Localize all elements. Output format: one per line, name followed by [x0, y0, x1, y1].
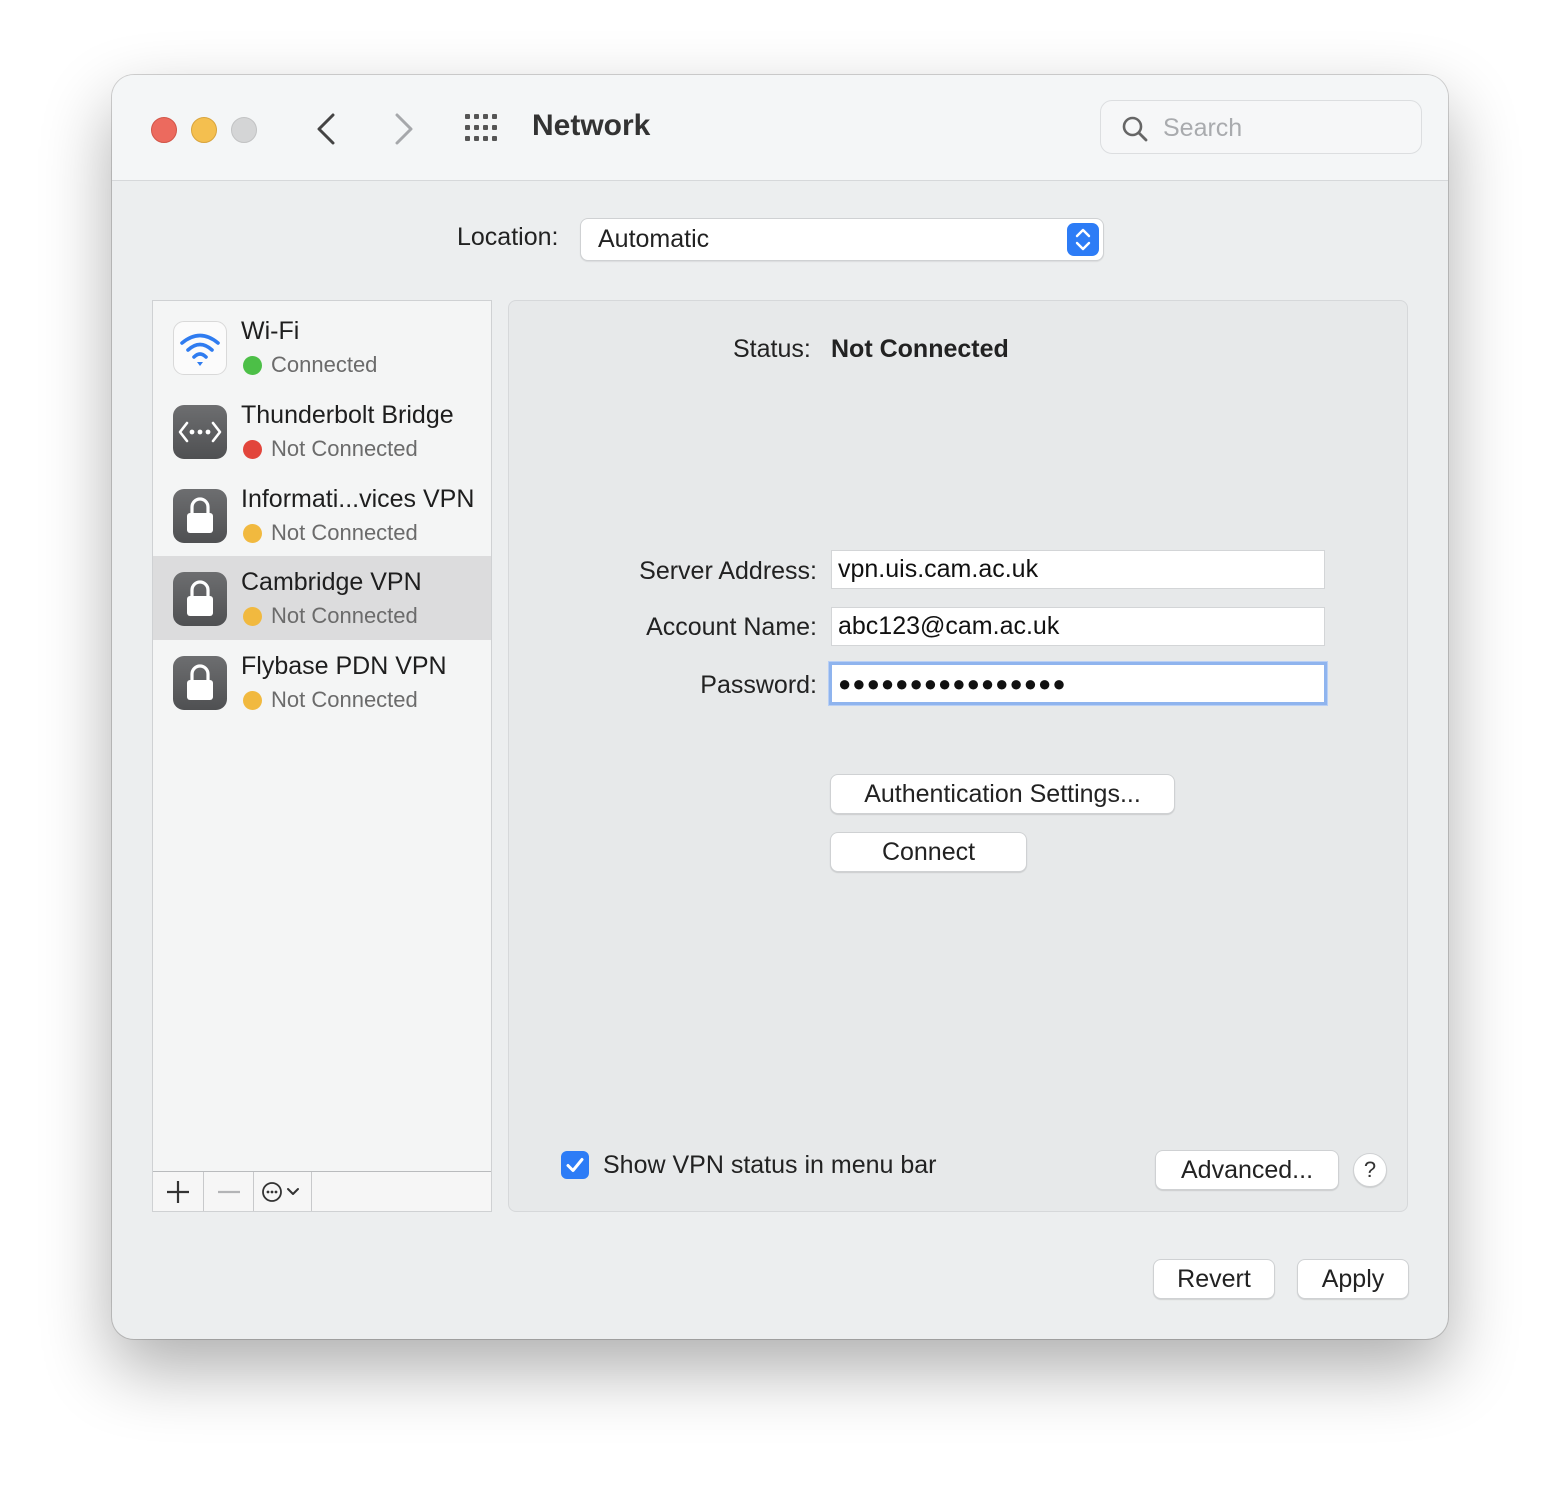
service-item-cambridge-vpn[interactable]: Cambridge VPN Not Connected	[153, 556, 491, 640]
chevron-left-icon	[317, 113, 335, 145]
service-actions-button[interactable]	[254, 1172, 312, 1211]
search-icon	[1122, 116, 1148, 142]
show-vpn-status-label: Show VPN status in menu bar	[603, 1151, 937, 1179]
service-status: Not Connected	[271, 436, 418, 461]
forward-button[interactable]	[380, 107, 424, 151]
plus-icon	[167, 1181, 189, 1203]
apply-button[interactable]: Apply	[1297, 1259, 1409, 1299]
service-list-toolbar	[153, 1171, 491, 1211]
service-item-flybase-pdn-vpn[interactable]: Flybase PDN VPN Not Connected	[153, 640, 491, 724]
service-item-information-services-vpn[interactable]: Informati...vices VPN Not Connected	[153, 473, 491, 557]
server-address-label: Server Address:	[639, 557, 817, 585]
status-value: Not Connected	[831, 335, 1009, 363]
connect-button[interactable]: Connect	[830, 832, 1027, 872]
zoom-window-button[interactable]	[231, 117, 257, 143]
status-label: Status:	[733, 335, 811, 363]
advanced-button[interactable]: Advanced...	[1155, 1150, 1339, 1190]
service-name: Wi-Fi	[241, 317, 300, 345]
search-field[interactable]	[1100, 100, 1422, 154]
status-dot	[243, 607, 262, 626]
service-list: Wi-Fi Connected Thunderbolt Bridge Not C…	[152, 300, 492, 1212]
back-button[interactable]	[306, 107, 350, 151]
chevron-updown-icon	[1075, 228, 1091, 251]
close-window-button[interactable]	[151, 117, 177, 143]
lock-icon	[173, 656, 227, 710]
account-name-label: Account Name:	[646, 613, 817, 641]
network-preferences-window: Network Location: Automatic	[112, 75, 1448, 1339]
remove-service-button[interactable]	[204, 1172, 254, 1211]
password-field[interactable]	[829, 662, 1327, 705]
show-all-button[interactable]	[464, 113, 504, 143]
service-status: Not Connected	[271, 687, 418, 712]
service-status: Connected	[271, 352, 378, 377]
minus-icon	[218, 1190, 240, 1194]
grid-icon	[465, 114, 497, 141]
checkmark-icon	[566, 1158, 584, 1172]
service-name: Flybase PDN VPN	[241, 652, 447, 680]
ellipsis-circle-icon	[262, 1182, 299, 1202]
service-item-thunderbolt-bridge[interactable]: Thunderbolt Bridge Not Connected	[153, 389, 491, 473]
status-dot	[243, 356, 262, 375]
service-name: Informati...vices VPN	[241, 485, 475, 513]
password-label: Password:	[700, 671, 817, 699]
minimize-window-button[interactable]	[191, 117, 217, 143]
account-name-field[interactable]	[831, 607, 1325, 646]
search-input[interactable]	[1161, 111, 1405, 145]
lock-icon	[173, 489, 227, 543]
location-value: Automatic	[598, 225, 710, 253]
wifi-icon	[173, 321, 227, 375]
location-label: Location:	[457, 223, 559, 251]
vpn-detail-panel: Status: Not Connected Server Address: Ac…	[508, 300, 1408, 1212]
help-button[interactable]: ?	[1353, 1153, 1387, 1187]
service-name: Cambridge VPN	[241, 568, 422, 596]
title-bar: Network	[112, 75, 1448, 181]
thunderbolt-bridge-icon	[173, 405, 227, 459]
status-dot	[243, 524, 262, 543]
add-service-button[interactable]	[153, 1172, 204, 1211]
popup-stepper	[1067, 223, 1099, 256]
revert-button[interactable]: Revert	[1153, 1259, 1275, 1299]
server-address-field[interactable]	[831, 550, 1325, 589]
status-dot	[243, 440, 262, 459]
service-status: Not Connected	[271, 603, 418, 628]
service-status: Not Connected	[271, 520, 418, 545]
service-item-wifi[interactable]: Wi-Fi Connected	[153, 305, 491, 389]
show-vpn-status-checkbox[interactable]	[561, 1151, 589, 1179]
location-popup[interactable]: Automatic	[580, 218, 1104, 261]
service-name: Thunderbolt Bridge	[241, 401, 454, 429]
chevron-right-icon	[395, 113, 413, 145]
status-dot	[243, 691, 262, 710]
authentication-settings-button[interactable]: Authentication Settings...	[830, 774, 1175, 814]
lock-icon	[173, 572, 227, 626]
window-title: Network	[532, 109, 651, 142]
